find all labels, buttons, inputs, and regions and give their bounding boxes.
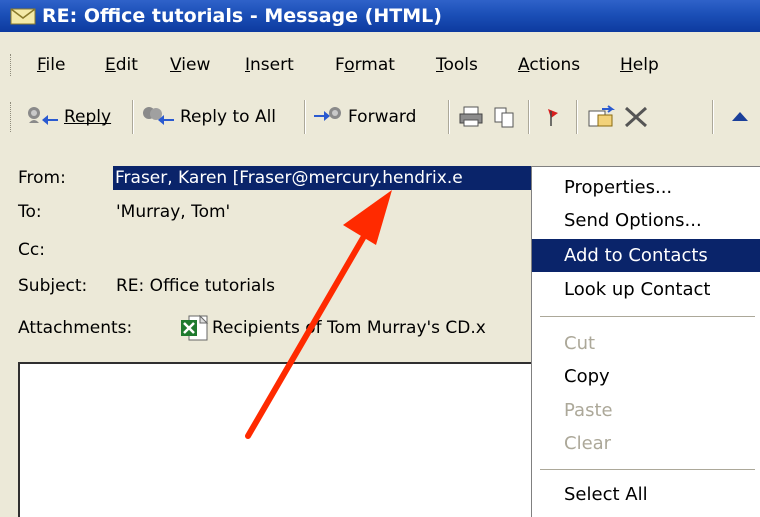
toolbar-separator — [712, 100, 714, 134]
menu-actions[interactable]: Actions — [518, 48, 580, 82]
toolbar-grip[interactable] — [10, 102, 13, 132]
up-arrow-icon — [732, 112, 748, 121]
context-menu: Properties... Send Options... Add to Con… — [531, 166, 760, 517]
excel-file-icon — [181, 314, 209, 341]
forward-button[interactable]: Forward — [312, 100, 416, 134]
menu-tools[interactable]: Tools — [436, 48, 478, 82]
menu-item-clear[interactable]: Clear — [532, 427, 760, 460]
window-title: RE: Office tutorials - Message (HTML) — [42, 5, 442, 27]
from-field[interactable]: Fraser, Karen [Fraser@mercury.hendrix.e — [113, 166, 533, 190]
print-button[interactable] — [458, 100, 486, 134]
previous-item-button[interactable] — [728, 100, 752, 134]
menu-file[interactable]: File — [37, 48, 65, 82]
copy-icon — [494, 107, 514, 128]
delete-button[interactable] — [622, 100, 650, 134]
toolbar-separator — [576, 100, 578, 134]
message-body[interactable] — [18, 362, 558, 517]
reply-button[interactable]: Reply — [24, 100, 111, 134]
cc-label: Cc: — [18, 240, 45, 260]
reply-all-icon — [143, 107, 174, 125]
delete-x-icon — [624, 106, 648, 128]
move-to-folder-button[interactable] — [586, 100, 616, 134]
toolbar-separator — [304, 100, 306, 134]
toolbar-separator — [448, 100, 450, 134]
menu-item-copy[interactable]: Copy — [532, 360, 760, 393]
toolbar-separator — [528, 100, 530, 134]
forward-label: Forward — [348, 107, 417, 127]
menu-separator — [540, 316, 755, 317]
title-bar: RE: Office tutorials - Message (HTML) — [0, 0, 760, 32]
attachment-item[interactable]: Recipients of Tom Murray's CD.x — [180, 314, 486, 342]
menu-format[interactable]: Format — [335, 48, 395, 82]
move-to-folder-icon — [588, 105, 615, 127]
menu-separator — [540, 469, 755, 470]
reply-icon — [28, 107, 58, 125]
printer-icon — [459, 106, 483, 127]
menu-item-look-up-contact[interactable]: Look up Contact — [532, 273, 760, 306]
subject-label: Subject: — [18, 276, 88, 296]
copy-button[interactable] — [492, 100, 518, 134]
forward-icon — [314, 107, 341, 121]
toolbar-separator — [132, 100, 134, 134]
menu-view[interactable]: View — [170, 48, 210, 82]
menu-item-select-all[interactable]: Select All — [532, 478, 760, 511]
to-field[interactable]: 'Murray, Tom' — [116, 202, 230, 222]
menubar-grip[interactable] — [10, 54, 13, 76]
flag-icon — [548, 109, 558, 126]
menu-help[interactable]: Help — [620, 48, 659, 82]
menu-item-send-options[interactable]: Send Options... — [532, 204, 760, 237]
from-label: From: — [18, 168, 66, 188]
mail-envelope-icon — [10, 8, 36, 25]
reply-to-all-label: Reply to All — [180, 107, 277, 127]
standard-toolbar: Reply Reply to All Forward — [0, 92, 760, 144]
follow-up-flag-button[interactable] — [540, 100, 564, 134]
subject-field: RE: Office tutorials — [116, 276, 275, 296]
menu-item-paste[interactable]: Paste — [532, 394, 760, 427]
menu-insert[interactable]: Insert — [245, 48, 294, 82]
attachments-label: Attachments: — [18, 318, 133, 338]
to-label: To: — [18, 202, 42, 222]
menu-edit[interactable]: Edit — [105, 48, 138, 82]
menu-item-add-to-contacts[interactable]: Add to Contacts — [532, 239, 760, 272]
menu-item-properties[interactable]: Properties... — [532, 171, 760, 204]
menu-bar: File Edit View Insert Format Tools Actio… — [0, 48, 760, 82]
reply-to-all-button[interactable]: Reply to All — [140, 100, 276, 134]
reply-label: Reply — [64, 107, 112, 127]
attachment-name: Recipients of Tom Murray's CD.x — [212, 318, 486, 338]
menu-item-cut[interactable]: Cut — [532, 327, 760, 360]
